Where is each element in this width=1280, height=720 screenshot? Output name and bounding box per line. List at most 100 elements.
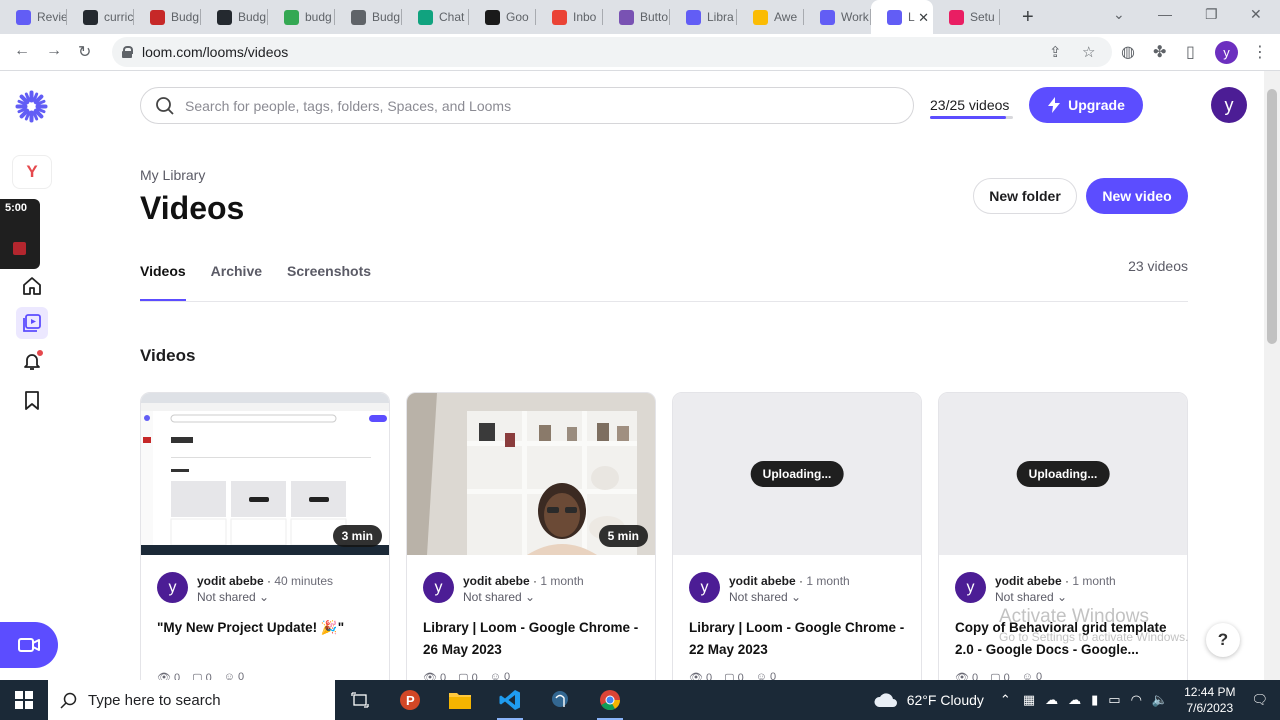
browser-tab[interactable]: Libra — [670, 0, 737, 34]
workspace-avatar[interactable]: Y — [12, 155, 52, 189]
search-input[interactable]: Search for people, tags, folders, Spaces… — [140, 87, 914, 124]
home-icon[interactable] — [20, 274, 44, 298]
video-quota[interactable]: 23/25 videos — [930, 97, 1009, 113]
notification-center-icon[interactable]: 🗨 — [1251, 692, 1268, 708]
close-window-icon[interactable]: ✕ — [1250, 6, 1262, 23]
url-bar[interactable]: loom.com/looms/videos ⇪ ☆ — [112, 37, 1112, 67]
video-title[interactable]: Library | Loom - Google Chrome - 22 May … — [689, 617, 911, 661]
record-button[interactable] — [0, 622, 58, 668]
file-explorer-icon[interactable] — [435, 680, 485, 720]
vscode-app-icon[interactable] — [485, 680, 535, 720]
scrollbar-thumb[interactable] — [1267, 89, 1277, 344]
user-avatar[interactable]: y — [1211, 87, 1247, 123]
wifi-icon[interactable]: ◠ — [1131, 692, 1142, 708]
browser-profile-avatar[interactable]: y — [1215, 41, 1238, 64]
usb-icon[interactable]: ▮ — [1091, 692, 1098, 708]
minimize-icon[interactable]: — — [1158, 6, 1172, 22]
tab-archive[interactable]: Archive — [211, 263, 262, 301]
library-icon[interactable] — [16, 307, 48, 339]
section-title: Videos — [140, 346, 196, 365]
volume-icon[interactable]: 🔈 — [1152, 692, 1168, 708]
browser-tab[interactable]: Goo — [469, 0, 536, 34]
browser-tab[interactable]: Revie — [0, 0, 67, 34]
powerpoint-app-icon[interactable]: P — [385, 680, 435, 720]
share-icon[interactable]: ⇪ — [1049, 43, 1062, 61]
reload-icon[interactable]: ↻ — [78, 42, 91, 62]
tray-app-icon[interactable]: ▦ — [1023, 692, 1035, 708]
video-thumbnail[interactable]: 5 min — [407, 393, 655, 555]
new-video-button[interactable]: New video — [1086, 178, 1188, 214]
postgres-app-icon[interactable] — [535, 680, 585, 720]
video-thumbnail[interactable]: 3 min — [141, 393, 389, 555]
recording-control[interactable]: 5:00 — [0, 199, 40, 269]
bookmark-icon[interactable] — [20, 388, 44, 412]
onedrive-icon[interactable]: ☁ — [1068, 692, 1081, 708]
browser-tab[interactable]: budg — [268, 0, 335, 34]
breadcrumb[interactable]: My Library — [140, 167, 205, 183]
clock[interactable]: 12:44 PM 7/6/2023 — [1184, 684, 1235, 716]
tab-screenshots[interactable]: Screenshots — [287, 263, 371, 301]
back-icon[interactable]: ← — [14, 42, 30, 60]
new-tab-icon[interactable]: + — [1022, 6, 1034, 29]
avatar[interactable]: y — [689, 572, 720, 603]
stop-recording-icon[interactable] — [13, 242, 26, 255]
notifications-bell-icon[interactable] — [20, 349, 44, 373]
sharing-status-dropdown[interactable]: Not shared ⌄ — [197, 590, 269, 604]
owner-name[interactable]: yodit abebe — [995, 574, 1062, 588]
browser-tab[interactable]: Awe — [737, 0, 804, 34]
browser-tab[interactable]: curric — [67, 0, 134, 34]
browser-tab[interactable]: Butto — [603, 0, 670, 34]
avatar[interactable]: y — [955, 572, 986, 603]
avatar[interactable]: y — [157, 572, 188, 603]
new-folder-button[interactable]: New folder — [973, 178, 1077, 214]
video-card[interactable]: Uploading... y yodit abebe · 1 month Not… — [938, 392, 1188, 692]
browser-tab[interactable]: Budg — [134, 0, 201, 34]
avatar[interactable]: y — [423, 572, 454, 603]
video-thumbnail[interactable]: Uploading... — [939, 393, 1187, 555]
browser-tab[interactable]: Budg — [201, 0, 268, 34]
chevron-up-icon[interactable]: ⌃ — [1000, 692, 1011, 708]
weather-text[interactable]: 62°F Cloudy — [907, 692, 984, 708]
chrome-app-icon[interactable] — [585, 680, 635, 720]
browser-tab[interactable]: Chat — [402, 0, 469, 34]
sharing-status-dropdown[interactable]: Not shared ⌄ — [995, 590, 1067, 604]
browser-tab[interactable]: Budg — [335, 0, 402, 34]
page-scrollbar[interactable] — [1264, 71, 1280, 680]
maximize-icon[interactable]: ❐ — [1205, 6, 1218, 23]
video-title[interactable]: "My New Project Update! 🎉" — [157, 617, 379, 639]
owner-name[interactable]: yodit abebe — [463, 574, 530, 588]
loom-logo-icon[interactable] — [15, 90, 48, 123]
owner-name[interactable]: yodit abebe — [729, 574, 796, 588]
sharing-status-dropdown[interactable]: Not shared ⌄ — [463, 590, 535, 604]
windows-start-icon[interactable] — [0, 680, 48, 720]
video-card[interactable]: 3 min y yodit abebe · 40 minutes Not sha… — [140, 392, 390, 692]
video-title[interactable]: Library | Loom - Google Chrome - 26 May … — [423, 617, 645, 661]
tab-videos[interactable]: Videos — [140, 263, 186, 301]
extensions-puzzle-icon[interactable]: ✤ — [1153, 42, 1166, 62]
url-text: loom.com/looms/videos — [142, 44, 289, 60]
browser-tab[interactable]: Inbo — [536, 0, 603, 34]
owner-name[interactable]: yodit abebe — [197, 574, 264, 588]
upgrade-button[interactable]: Upgrade — [1029, 87, 1143, 123]
video-card[interactable]: Uploading... y yodit abebe · 1 month Not… — [672, 392, 922, 692]
browser-tab[interactable]: Setu — [933, 0, 1000, 34]
help-button[interactable]: ? — [1206, 623, 1240, 657]
bookmark-star-icon[interactable]: ☆ — [1082, 43, 1095, 61]
onedrive-cloud-icon[interactable]: ☁ — [1045, 692, 1058, 708]
lock-icon[interactable] — [122, 46, 133, 58]
battery-icon[interactable]: ▭ — [1108, 692, 1120, 708]
browser-tab[interactable]: L ✕ — [871, 0, 933, 34]
taskbar-search-input[interactable]: Type here to search — [48, 680, 335, 720]
browser-tab[interactable]: Work — [804, 0, 871, 34]
tab-search-icon[interactable]: ⌄ — [1113, 6, 1125, 23]
task-view-icon[interactable] — [335, 680, 385, 720]
forward-icon[interactable]: → — [46, 42, 62, 60]
video-card[interactable]: 5 min y yodit abebe · 1 month Not shared… — [406, 392, 656, 692]
video-thumbnail[interactable]: Uploading... — [673, 393, 921, 555]
side-panel-icon[interactable]: ▯ — [1186, 42, 1195, 62]
sharing-status-dropdown[interactable]: Not shared ⌄ — [729, 590, 801, 604]
extension-globe-icon[interactable]: ◍ — [1121, 42, 1135, 62]
page-title: Videos — [140, 190, 245, 226]
close-tab-icon[interactable]: ✕ — [918, 10, 929, 26]
browser-menu-icon[interactable]: ⋮ — [1252, 42, 1268, 62]
